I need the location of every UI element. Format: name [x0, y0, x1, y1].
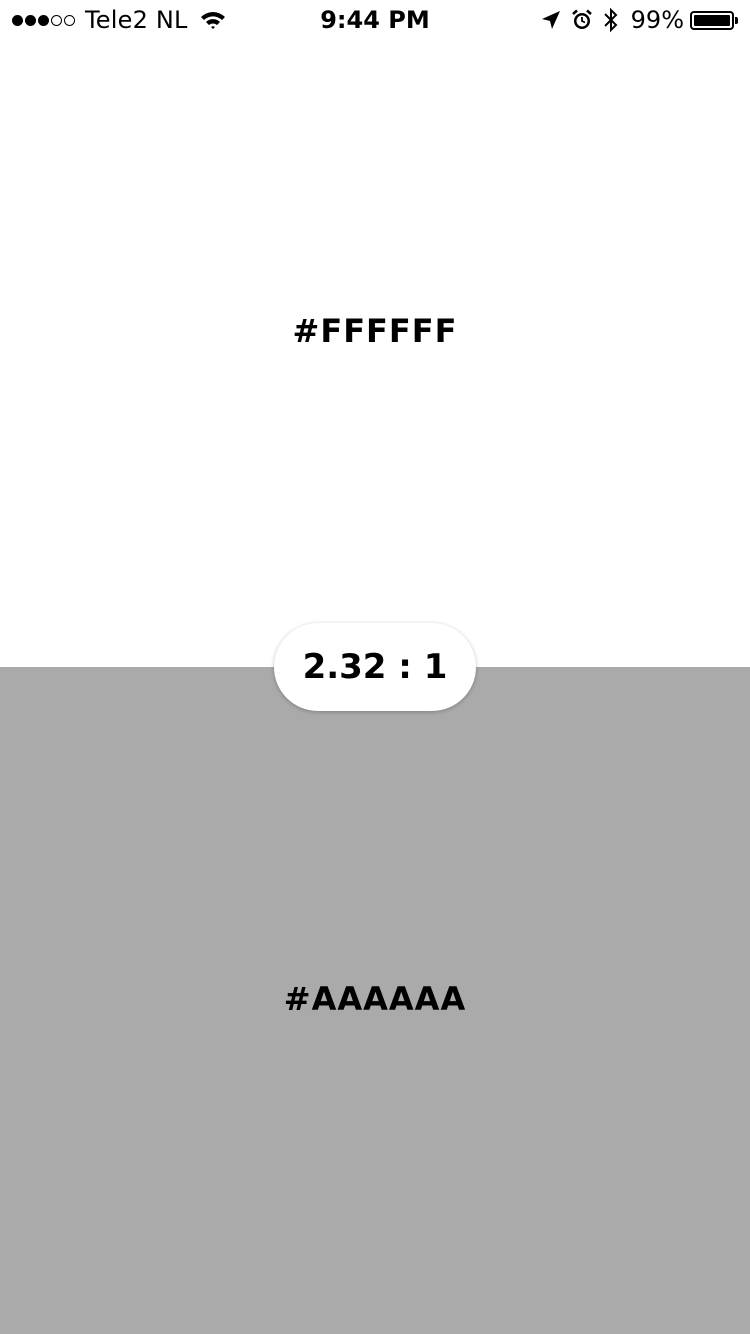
battery-icon [690, 10, 738, 30]
battery-percentage: 99% [630, 6, 684, 34]
bluetooth-icon [603, 7, 619, 33]
location-arrow-icon [541, 10, 561, 30]
status-right: 99% [531, 6, 738, 34]
contrast-screen: Tele2 NL 9:44 PM 99% #FFFFFF 2.32: 1 #A… [0, 0, 750, 1334]
contrast-ratio-badge[interactable]: 2.32 : 1 [274, 623, 476, 711]
contrast-ratio-value: 2.32 : 1 [302, 647, 448, 687]
status-bar: Tele2 NL 9:44 PM 99% [0, 0, 750, 40]
bottom-color-hex-label[interactable]: #AAAAAA [0, 980, 750, 1018]
alarm-icon [571, 9, 593, 31]
top-color-hex-label[interactable]: #FFFFFF [0, 312, 750, 350]
